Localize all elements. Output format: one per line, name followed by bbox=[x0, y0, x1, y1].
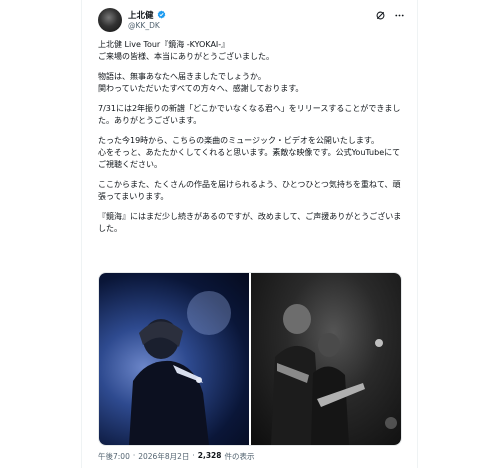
post-date[interactable]: 2026年8月2日 bbox=[138, 451, 189, 462]
post-paragraph: たった今19時から、こちらの楽曲のミュージック・ビデオを公開いたします。 心をそ… bbox=[98, 136, 401, 169]
meta-separator: · bbox=[132, 451, 136, 460]
post-text: 上北健 Live Tour『鏡海 -KYOKAI-』 ご来場の皆様、本当にありが… bbox=[98, 39, 403, 243]
display-name[interactable]: 上北健 bbox=[128, 9, 154, 21]
post-media bbox=[98, 272, 402, 446]
band-silhouette bbox=[271, 304, 397, 445]
meta-separator: · bbox=[192, 451, 195, 460]
grok-icon[interactable] bbox=[375, 10, 386, 21]
view-count: 2,328 bbox=[197, 451, 222, 460]
user-handle[interactable]: @KK_DK bbox=[128, 21, 160, 30]
singer-silhouette bbox=[129, 291, 231, 445]
more-icon[interactable] bbox=[394, 10, 405, 21]
post-header: 上北健 @KK_DK bbox=[98, 8, 405, 34]
post-meta: 午後7:00 · 2026年8月2日 · 2,328 件の表示 bbox=[98, 451, 255, 462]
post-paragraph: 7/31には2年振りの新譜「どこかでいなくなる君へ」をリリースすることができまし… bbox=[98, 104, 401, 125]
post-paragraph: 物語は、無事あなたへ届きましたでしょうか。 関わっていただいたすべての方々へ、感… bbox=[98, 72, 304, 93]
name-row: 上北健 bbox=[128, 8, 166, 21]
post-paragraph: 『鏡海』にはまだ少し続きがあるのですが、改めまして、ご声援ありがとうございました… bbox=[98, 212, 402, 233]
header-actions bbox=[375, 8, 405, 22]
avatar[interactable] bbox=[98, 8, 122, 32]
live-photo-band[interactable] bbox=[251, 273, 401, 445]
post-paragraph: 上北健 Live Tour『鏡海 -KYOKAI-』 ご来場の皆様、本当にありが… bbox=[98, 40, 274, 61]
post-card: 上北健 @KK_DK 上北健 Live Tour『鏡海 -KYOKAI-』 ご来… bbox=[81, 0, 418, 468]
view-count-label: 件の表示 bbox=[224, 452, 255, 461]
post-time[interactable]: 午後7:00 bbox=[98, 451, 130, 462]
post-paragraph: ここからまた、たくさんの作品を届けられるよう、ひとつひとつ気持ちを重ねて、頑張っ… bbox=[98, 180, 401, 201]
verified-badge-icon bbox=[157, 10, 165, 19]
live-photo-singer[interactable] bbox=[99, 273, 249, 445]
